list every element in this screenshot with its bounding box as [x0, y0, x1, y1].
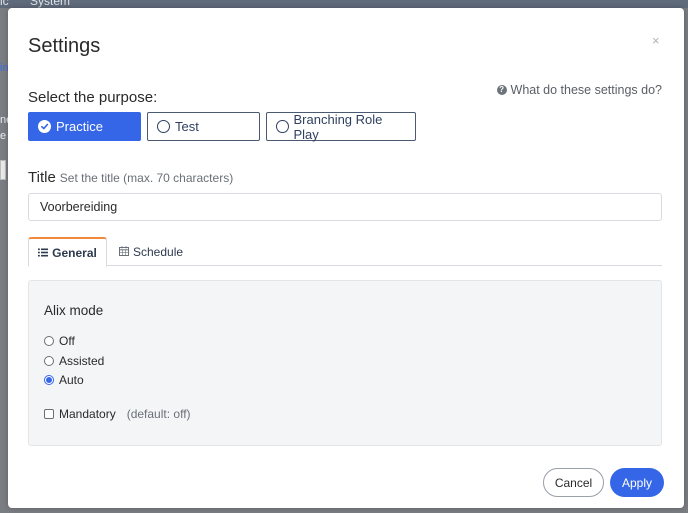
- option-label: Auto: [59, 373, 84, 387]
- mandatory-default-note: (default: off): [126, 407, 191, 421]
- option-label: Assisted: [59, 354, 105, 368]
- background-top-nav: [0, 0, 688, 8]
- help-link[interactable]: ? What do these settings do?: [496, 83, 662, 97]
- purpose-option-test[interactable]: Test: [147, 112, 260, 141]
- mandatory-checkbox[interactable]: [44, 409, 54, 419]
- settings-modal: Settings × ? What do these settings do? …: [8, 8, 684, 508]
- purpose-label: Select the purpose:: [28, 89, 158, 106]
- calendar-icon: [119, 245, 129, 259]
- radio-circle-icon: [276, 120, 289, 133]
- alix-mode-option-assisted[interactable]: Assisted: [44, 354, 104, 368]
- tab-general[interactable]: General: [28, 237, 107, 267]
- purpose-options: Practice Test Branching Role Play: [28, 111, 416, 142]
- apply-button[interactable]: Apply: [610, 468, 664, 497]
- purpose-option-branching-role-play[interactable]: Branching Role Play: [266, 111, 416, 142]
- tab-label: General: [52, 245, 97, 260]
- alix-mode-option-off[interactable]: Off: [44, 334, 75, 348]
- check-circle-icon: [38, 120, 51, 133]
- background-nav-item: System: [30, 0, 71, 8]
- radio-button[interactable]: [44, 356, 54, 366]
- radio-button[interactable]: [44, 336, 54, 346]
- purpose-option-label: Practice: [56, 119, 103, 134]
- general-panel: Alix mode Off Assisted Auto Mandatory (d…: [28, 280, 662, 446]
- title-hint: Set the title (max. 70 characters): [59, 171, 234, 185]
- radio-circle-icon: [157, 120, 170, 133]
- mandatory-option[interactable]: Mandatory (default: off): [44, 407, 191, 421]
- alix-mode-heading: Alix mode: [44, 303, 104, 318]
- mandatory-label: Mandatory: [59, 407, 116, 421]
- tab-bar: General Schedule: [28, 237, 662, 267]
- alix-mode-option-auto[interactable]: Auto: [44, 373, 84, 387]
- purpose-option-practice[interactable]: Practice: [28, 112, 141, 141]
- tab-label: Schedule: [133, 244, 184, 259]
- background-fragment: e: [0, 130, 7, 142]
- background-input-edge: [0, 160, 6, 180]
- modal-title: Settings: [28, 35, 101, 57]
- option-label: Off: [59, 334, 75, 348]
- title-input[interactable]: [28, 193, 662, 221]
- radio-button[interactable]: [44, 375, 54, 385]
- cancel-button[interactable]: Cancel: [543, 468, 604, 497]
- title-row: Title Set the title (max. 70 characters): [28, 169, 233, 186]
- help-link-text: What do these settings do?: [510, 83, 662, 97]
- question-circle-icon: ?: [496, 85, 507, 95]
- purpose-option-label: Branching Role Play: [293, 111, 383, 142]
- tab-schedule[interactable]: Schedule: [119, 237, 183, 266]
- background-nav-item: ic: [0, 0, 9, 8]
- list-icon: [38, 246, 49, 260]
- close-icon[interactable]: ×: [652, 33, 660, 48]
- title-label: Title: [28, 169, 56, 186]
- purpose-option-label: Test: [175, 119, 199, 134]
